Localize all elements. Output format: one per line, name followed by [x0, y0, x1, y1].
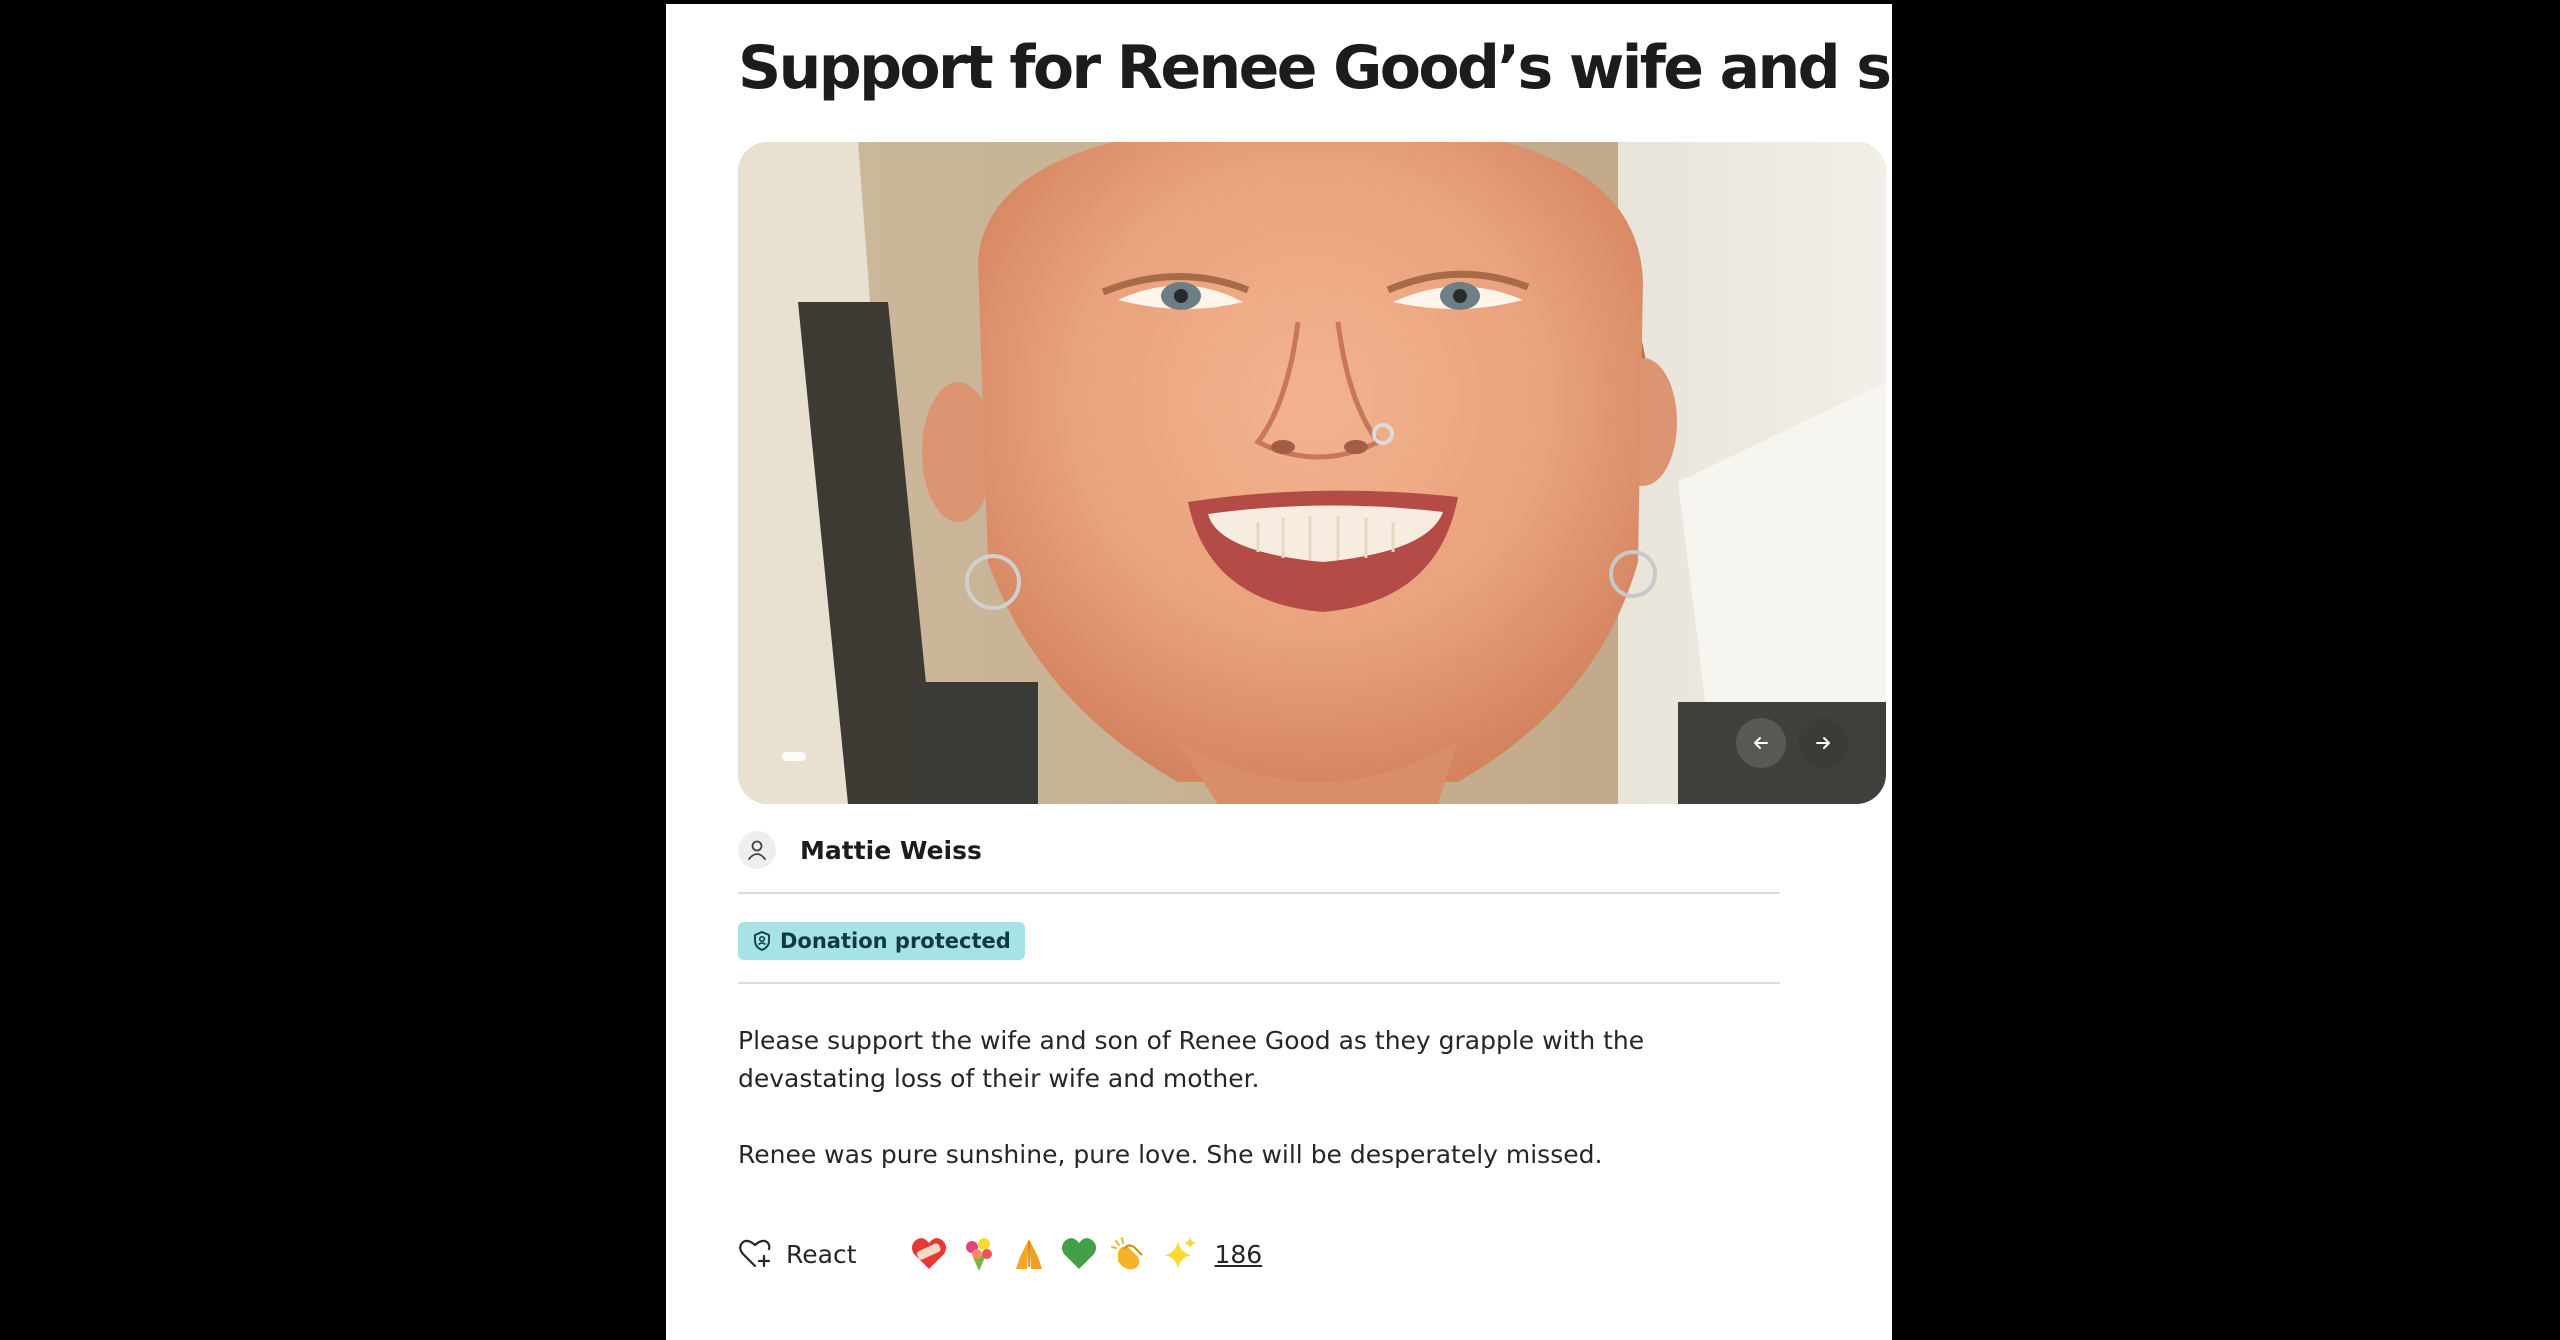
avatar — [738, 831, 776, 869]
reaction-emoji-list[interactable]: 186 — [909, 1234, 1263, 1274]
carousel-next-button[interactable] — [1798, 718, 1848, 768]
react-label: React — [786, 1239, 857, 1269]
arrow-right-icon — [1816, 737, 1830, 749]
organizer-row: Mattie Weiss — [738, 830, 982, 870]
divider — [738, 982, 1780, 984]
campaign-page: Support for Renee Good’s wife and son Ma… — [666, 4, 1892, 1340]
clapping-hands-emoji — [1109, 1234, 1149, 1274]
sparkles-emoji — [1159, 1234, 1199, 1274]
description-paragraph: Renee was pure sunshine, pure love. She … — [738, 1140, 1603, 1169]
hero-image-carousel[interactable] — [738, 142, 1886, 804]
hero-photo — [738, 142, 1886, 804]
heart-with-bandage-emoji — [909, 1234, 949, 1274]
bouquet-emoji — [959, 1234, 999, 1274]
folded-hands-emoji — [1009, 1234, 1049, 1274]
react-button[interactable]: React — [738, 1238, 857, 1270]
shield-icon — [752, 930, 772, 952]
carousel-indicator[interactable] — [782, 752, 806, 761]
divider — [738, 892, 1780, 894]
donation-protected-badge[interactable]: Donation protected — [738, 922, 1025, 960]
heart-plus-icon — [738, 1238, 772, 1270]
badge-label: Donation protected — [780, 929, 1011, 953]
carousel-prev-button[interactable] — [1736, 718, 1786, 768]
campaign-description: Please support the wife and son of Renee… — [738, 1022, 1798, 1212]
green-heart-emoji — [1059, 1234, 1099, 1274]
description-paragraph: Please support the wife and son of Renee… — [738, 1026, 1645, 1093]
reactions-bar: React 186 — [738, 1230, 1262, 1278]
organizer-name: Mattie Weiss — [800, 835, 982, 865]
page-title: Support for Renee Good’s wife and son — [738, 33, 1892, 103]
user-icon — [748, 840, 766, 860]
reaction-count[interactable]: 186 — [1215, 1240, 1263, 1269]
arrow-left-icon — [1754, 737, 1768, 749]
